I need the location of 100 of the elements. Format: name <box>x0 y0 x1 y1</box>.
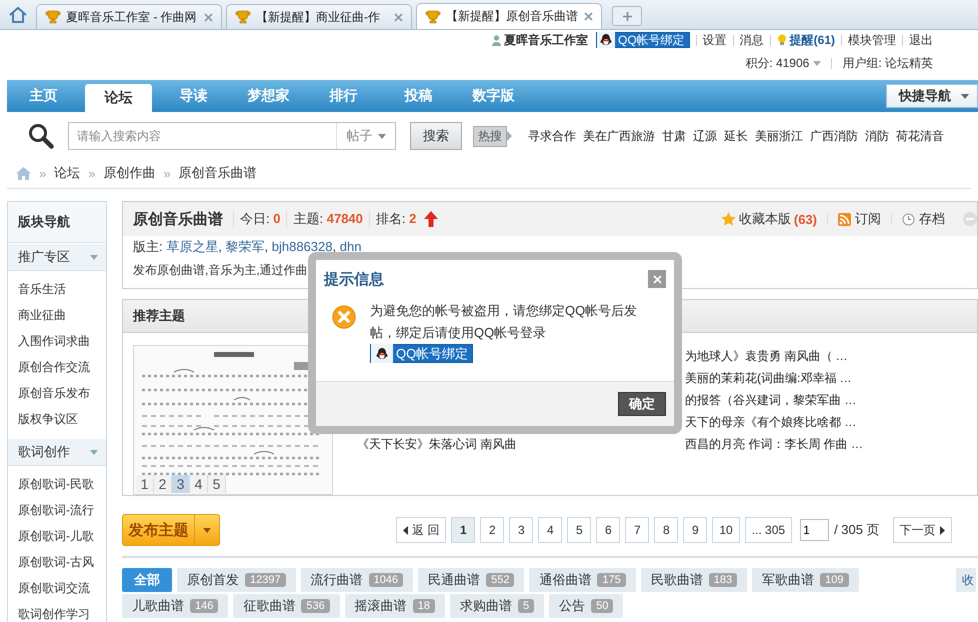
moderator-link[interactable]: 黎荣军 <box>226 239 264 254</box>
sidebar-item[interactable]: 原创歌词-古风 <box>8 549 106 575</box>
type-filter-tab[interactable]: 民歌曲谱 183 <box>640 568 748 592</box>
sidebar-item[interactable]: 版权争议区 <box>8 406 106 432</box>
collapse-link[interactable]: 收 <box>956 568 976 592</box>
type-filter-tab[interactable]: 公告 50 <box>549 594 624 618</box>
browser-tab[interactable]: 【新提醒】商业征曲-作 <box>226 4 412 29</box>
browser-tab[interactable]: 【新提醒】原创音乐曲谱 <box>416 3 602 29</box>
user-link[interactable]: 退出 <box>909 32 933 48</box>
user-link[interactable]: 模块管理 <box>848 32 896 48</box>
page-button[interactable]: 3 <box>509 517 534 543</box>
close-button[interactable] <box>648 270 666 288</box>
credits-text[interactable]: 积分: 41906 <box>745 54 810 72</box>
close-icon[interactable] <box>394 12 403 22</box>
page-button[interactable]: ... 305 <box>744 517 792 543</box>
scope-dropdown[interactable]: 帖子 <box>336 123 395 149</box>
next-page-button[interactable]: 下一页 <box>892 517 952 543</box>
type-filter-tab[interactable]: 通俗曲谱 175 <box>529 568 636 592</box>
hot-word-link[interactable]: 延长 <box>724 128 748 144</box>
breadcrumb-link[interactable]: 原创音乐曲谱 <box>178 164 257 182</box>
breadcrumb-link[interactable]: 原创作曲 <box>103 164 156 182</box>
thread-link[interactable]: 为地球人》袁贵勇 南风曲（ … <box>685 345 864 367</box>
type-filter-tab[interactable]: 求购曲谱 5 <box>450 594 544 618</box>
page-button[interactable]: 7 <box>625 517 650 543</box>
slide-pager-item[interactable]: 2 <box>154 475 172 493</box>
post-topic-button[interactable]: 发布主题 <box>122 514 220 546</box>
user-link[interactable]: 设置 <box>702 32 727 48</box>
browser-tab[interactable]: 夏晖音乐工作室 - 作曲网 <box>36 4 222 29</box>
thread-link[interactable]: 美丽的茉莉花(词曲编:邓幸福 … <box>685 367 864 389</box>
search-button[interactable]: 搜索 <box>410 122 462 150</box>
type-filter-tab[interactable]: 原创首发 12397 <box>177 568 296 592</box>
sidebar-item[interactable]: 原创歌词交流 <box>8 575 106 601</box>
moderator-link[interactable]: bjh886328 <box>272 239 332 254</box>
qq-bind-button[interactable]: QQ帐号绑定 <box>596 32 690 48</box>
sidebar-item[interactable]: 原创歌词-流行 <box>8 497 106 523</box>
page-button[interactable]: 1 <box>451 517 476 543</box>
sidebar-group-header[interactable]: 歌词创作 <box>8 438 106 466</box>
search-field[interactable]: 请输入搜索内容 帖子 <box>68 122 396 150</box>
bulb-icon <box>776 34 787 46</box>
close-icon[interactable] <box>204 12 213 22</box>
close-icon[interactable] <box>584 12 593 21</box>
hot-word-link[interactable]: 美丽浙江 <box>755 128 803 144</box>
sidebar-item[interactable]: 原创歌词-民歌 <box>8 471 106 497</box>
slide-pager-item[interactable]: 5 <box>208 475 226 493</box>
type-filter-tab[interactable]: 摇滚曲谱 18 <box>344 594 445 618</box>
sidebar-item[interactable]: 原创音乐发布 <box>8 380 106 406</box>
confirm-button[interactable]: 确定 <box>618 392 666 416</box>
thread-link[interactable]: 西昌的月亮 作词：李长周 作曲 … <box>685 433 864 455</box>
home-icon[interactable] <box>8 6 28 24</box>
type-filter-tab[interactable]: 征歌曲谱 536 <box>233 594 340 618</box>
hot-word-link[interactable]: 甘肃 <box>662 128 686 144</box>
user-icon <box>492 34 501 46</box>
breadcrumb-link[interactable]: 论坛 <box>54 164 80 182</box>
quick-nav-button[interactable]: 快捷导航 <box>886 84 978 108</box>
slide-pager-item[interactable]: 4 <box>190 475 208 493</box>
sidebar-item[interactable]: 原创歌词-儿歌 <box>8 523 106 549</box>
slide-pager-item[interactable]: 1 <box>136 475 154 493</box>
sidebar-item[interactable]: 原创合作交流 <box>8 354 106 380</box>
new-tab-button[interactable] <box>612 6 642 26</box>
thread-link[interactable]: 的报答（谷兴建词，黎荣军曲 … <box>685 389 864 411</box>
type-filter-tab[interactable]: 儿歌曲谱 146 <box>122 594 228 618</box>
nav-item[interactable]: 论坛 <box>85 84 152 112</box>
username-link[interactable]: 夏晖音乐工作室 <box>504 32 588 48</box>
moderator-link[interactable]: 草原之星 <box>166 239 218 254</box>
hot-word-link[interactable]: 美在广西旅游 <box>583 128 655 144</box>
sidebar-item[interactable]: 入围作词求曲 <box>8 328 106 354</box>
back-button[interactable]: 返 回 <box>396 517 446 543</box>
page-button[interactable]: 6 <box>596 517 620 543</box>
page-button[interactable]: 9 <box>683 517 708 543</box>
clock-icon <box>902 212 915 226</box>
hot-word-link[interactable]: 广西消防 <box>810 128 858 144</box>
page-button[interactable]: 2 <box>480 517 504 543</box>
thread-link[interactable]: 《天下长安》朱落心词 南风曲 <box>357 433 685 455</box>
hot-word-link[interactable]: 消防 <box>865 128 889 144</box>
hot-word-link[interactable]: 寻求合作 <box>528 128 576 144</box>
sidebar-item[interactable]: 歌词创作学习 <box>8 601 106 622</box>
page-button[interactable]: 5 <box>567 517 592 543</box>
type-filter-tab[interactable]: 军歌曲谱 109 <box>752 568 859 592</box>
page-input[interactable]: 1 <box>800 519 830 541</box>
sidebar-item[interactable]: 音乐生活 <box>8 276 106 302</box>
hot-word-link[interactable]: 辽源 <box>693 128 717 144</box>
page-button[interactable]: 4 <box>538 517 562 543</box>
reminder-link[interactable]: 提醒(61) <box>790 32 835 48</box>
favorite-link[interactable]: 收藏本版 <box>738 210 791 228</box>
slide-pager-item[interactable]: 3 <box>172 475 190 493</box>
page-button[interactable]: 8 <box>654 517 678 543</box>
subscribe-link[interactable]: 订阅 <box>838 210 881 228</box>
moderator-link[interactable]: dhn <box>340 239 362 254</box>
hot-word-link[interactable]: 荷花清音 <box>896 128 944 144</box>
home-icon[interactable] <box>16 166 31 180</box>
search-icon[interactable] <box>28 123 54 149</box>
type-filter-tab[interactable]: 民通曲谱 552 <box>418 568 524 592</box>
user-link[interactable]: 消息 <box>740 32 764 48</box>
qq-bind-button[interactable]: QQ帐号绑定 <box>370 344 474 363</box>
sidebar-group-header[interactable]: 推广专区 <box>8 243 106 271</box>
page-button[interactable]: 10 <box>712 517 740 543</box>
thread-link[interactable]: 天下的母亲《有个娘疼比啥都 … <box>685 411 864 433</box>
sidebar-item[interactable]: 商业征曲 <box>8 302 106 328</box>
archive-link[interactable]: 存档 <box>902 210 945 228</box>
type-filter-tab[interactable]: 流行曲谱 1046 <box>300 568 414 592</box>
